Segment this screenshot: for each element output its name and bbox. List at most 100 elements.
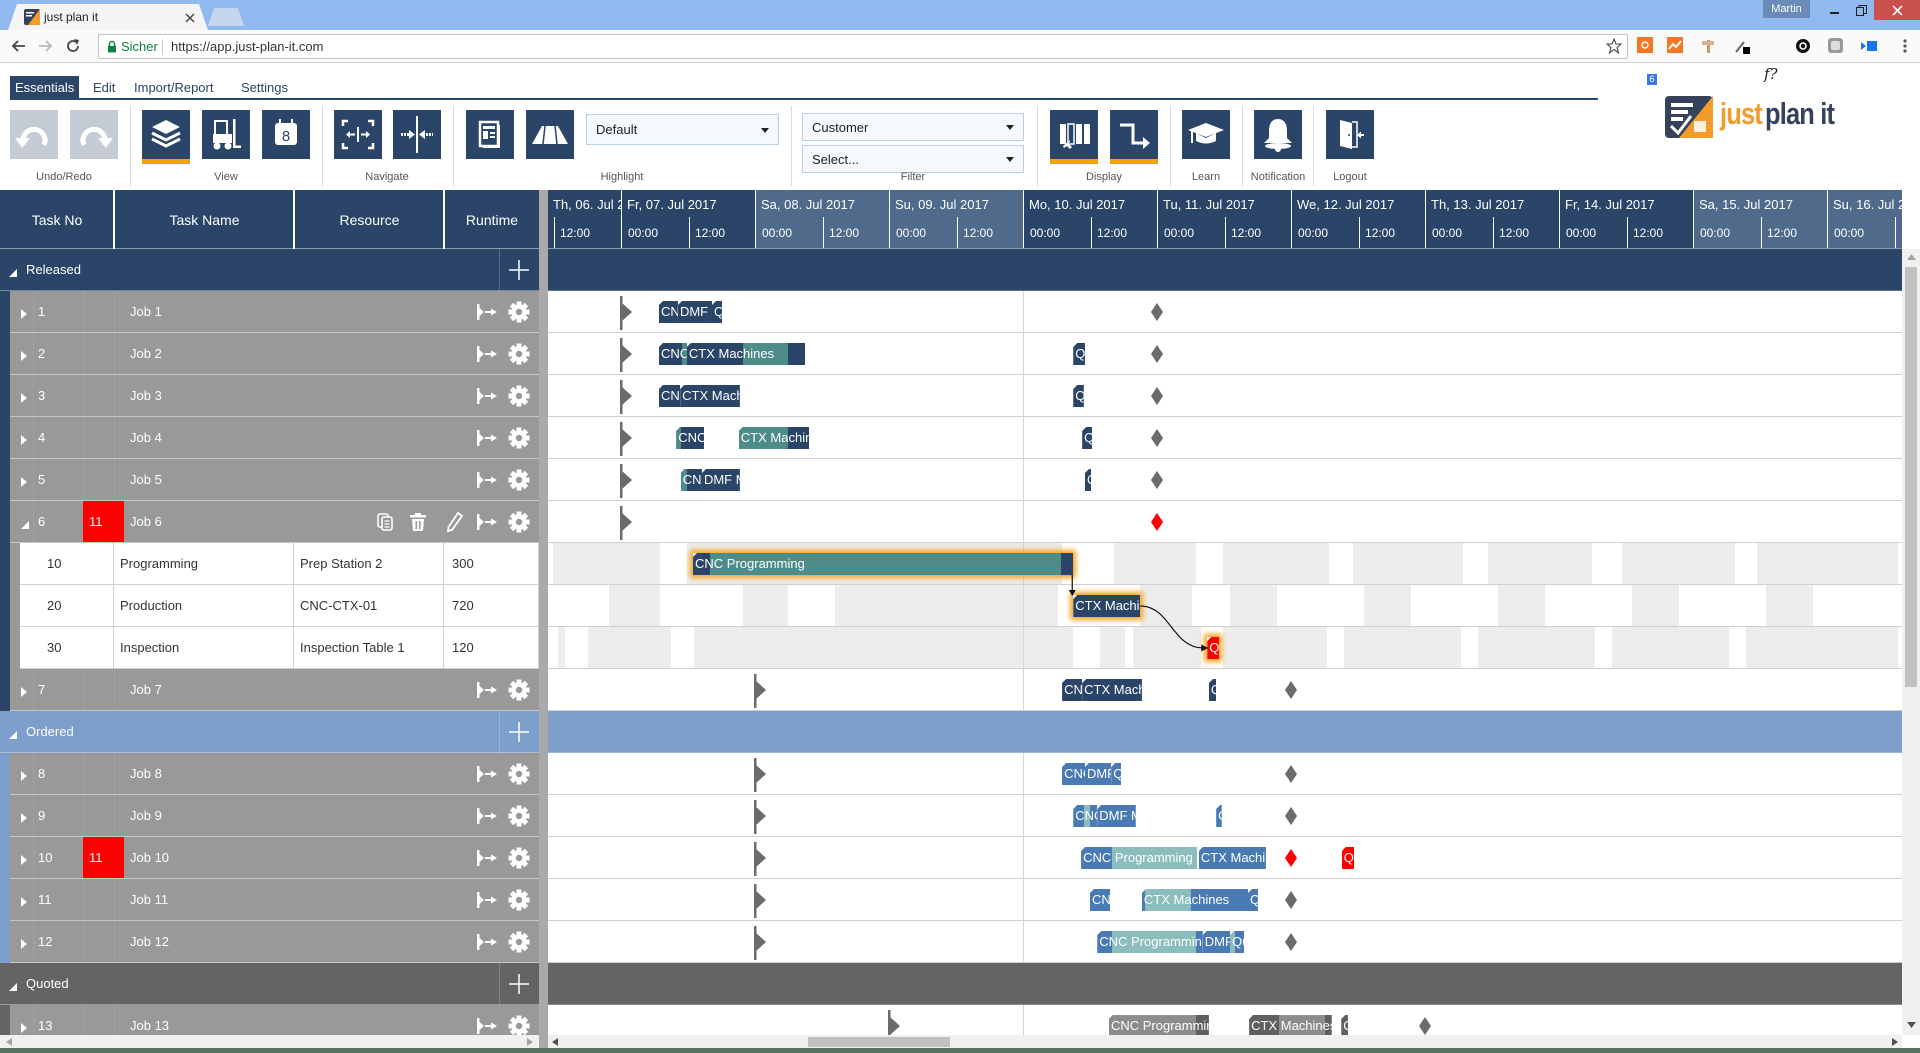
url-text[interactable]: https://app.just-plan-it.com	[171, 39, 323, 54]
close-window-button[interactable]	[1874, 0, 1920, 20]
back-arrow-icon[interactable]	[10, 37, 28, 55]
collapse-triangle-icon[interactable]	[9, 265, 17, 280]
tab-close-icon[interactable]	[184, 11, 196, 23]
gantt-bar[interactable]: Q	[1082, 427, 1093, 449]
resource-view-button[interactable]	[202, 110, 250, 159]
gear-icon[interactable]	[508, 427, 530, 449]
gear-icon[interactable]	[508, 763, 530, 785]
logout-button[interactable]	[1326, 110, 1374, 159]
browser-tab[interactable]: just plan it	[8, 4, 208, 30]
gear-icon[interactable]	[508, 301, 530, 323]
learn-button[interactable]	[1182, 110, 1230, 159]
group-row-ordered[interactable]: Ordered	[0, 711, 539, 753]
highlight-perspective-button[interactable]	[526, 110, 574, 159]
expand-triangle-icon[interactable]	[21, 811, 27, 826]
due-date-diamond[interactable]	[1151, 471, 1163, 489]
add-job-plus-icon[interactable]	[508, 259, 530, 281]
forward-arrow-icon[interactable]	[36, 37, 54, 55]
gantt-bar[interactable]: CNC Programming	[1062, 763, 1085, 785]
gantt-bar[interactable]: Q	[1208, 679, 1217, 701]
task-resource[interactable]: Prep Station 2	[294, 543, 444, 585]
gantt-bar[interactable]: CNC Programming	[1073, 805, 1098, 827]
gantt-bar[interactable]: Q	[1111, 763, 1122, 785]
gray-extension-icon[interactable]	[1827, 37, 1845, 55]
gantt-bar[interactable]: CNC Programming	[658, 301, 678, 323]
job-row[interactable]: 6 11 Job 6	[0, 501, 539, 543]
gantt-bar[interactable]: CTX Machines	[680, 385, 740, 407]
gantt-bar[interactable]: CNC Programming	[1097, 931, 1203, 953]
display-columns-button[interactable]	[1050, 110, 1098, 164]
job-row[interactable]: 1 Job 1	[0, 291, 539, 333]
add-job-plus-icon[interactable]	[508, 721, 530, 743]
schedule-forward-icon[interactable]	[476, 385, 498, 407]
expand-triangle-icon[interactable]	[21, 895, 27, 910]
gantt-bar[interactable]: CNC Programming	[1108, 1015, 1209, 1035]
eyedropper-extension-icon[interactable]	[1733, 37, 1751, 55]
gantt-bar[interactable]: DMF M	[1097, 805, 1136, 827]
job-row[interactable]: 13 Job 13	[0, 1005, 539, 1035]
group-row-quoted[interactable]: Quoted	[0, 963, 539, 1005]
due-date-diamond[interactable]	[1285, 681, 1297, 699]
task-runtime[interactable]: 720	[444, 585, 539, 627]
release-date-marker[interactable]	[888, 1005, 902, 1035]
schedule-forward-icon[interactable]	[476, 427, 498, 449]
expand-triangle-icon[interactable]	[21, 475, 27, 490]
schedule-forward-icon[interactable]	[476, 1015, 498, 1035]
gantt-bar[interactable]: CNC Programming	[658, 343, 687, 365]
gantt-bar[interactable]: CNC Programming	[1090, 889, 1111, 911]
browser-menu-icon[interactable]	[1896, 37, 1914, 55]
due-date-diamond[interactable]	[1151, 429, 1163, 447]
vertical-scrollbar[interactable]	[1902, 249, 1920, 1035]
restore-button[interactable]	[1848, 0, 1874, 20]
job-row[interactable]: 7 Job 7	[0, 669, 539, 711]
late-due-date-diamond[interactable]	[1151, 513, 1163, 531]
job-row[interactable]: 12 Job 12	[0, 921, 539, 963]
address-bar[interactable]: Sicher https://app.just-plan-it.com	[98, 34, 1628, 59]
gear-icon[interactable]	[508, 931, 530, 953]
analytics-extension-icon[interactable]	[1667, 37, 1685, 55]
scroll-down-icon[interactable]	[1907, 1022, 1916, 1028]
gantt-bar[interactable]: CTX Machines	[738, 427, 810, 449]
copyright-extension-icon[interactable]	[1795, 37, 1813, 55]
gantt-bar[interactable]: DMF M	[1084, 763, 1112, 785]
gantt-bar[interactable]: CTX Machines	[1073, 595, 1141, 617]
calendar-view-button[interactable]: 8	[262, 110, 310, 159]
schedule-forward-icon[interactable]	[476, 469, 498, 491]
undo-button[interactable]	[10, 110, 58, 159]
tab-import-report[interactable]: Import/Report	[129, 76, 218, 99]
expand-triangle-icon[interactable]	[21, 937, 27, 952]
add-job-plus-icon[interactable]	[508, 973, 530, 995]
collapse-button[interactable]	[393, 110, 441, 159]
task-number[interactable]: 10	[20, 543, 114, 585]
highlight-select[interactable]: Default	[586, 114, 779, 145]
gantt-bar[interactable]: Q	[1216, 805, 1222, 827]
fit-to-screen-button[interactable]	[334, 110, 382, 159]
expand-triangle-icon[interactable]	[21, 391, 27, 406]
horizontal-scroll-thumb[interactable]	[808, 1037, 950, 1047]
filter-field-select[interactable]: Customer	[802, 113, 1024, 141]
gantt-bar[interactable]: Q	[1207, 637, 1219, 659]
release-date-marker[interactable]	[754, 837, 768, 879]
layers-view-button[interactable]	[142, 110, 190, 164]
expand-triangle-icon[interactable]	[21, 433, 27, 448]
task-number[interactable]: 30	[20, 627, 114, 669]
column-header-runtime[interactable]: Runtime	[443, 190, 539, 249]
due-date-diamond[interactable]	[1285, 807, 1297, 825]
notification-button[interactable]	[1254, 110, 1302, 159]
task-resource[interactable]: Inspection Table 1	[294, 627, 444, 669]
due-date-diamond[interactable]	[1419, 1017, 1431, 1035]
gantt-bar[interactable]: DMF M	[677, 301, 712, 323]
late-due-date-diamond[interactable]	[1285, 849, 1297, 867]
schedule-forward-icon[interactable]	[476, 931, 498, 953]
tab-settings[interactable]: Settings	[236, 76, 293, 99]
highlight-details-button[interactable]	[466, 110, 514, 159]
gear-icon[interactable]	[508, 1015, 530, 1035]
grid-horizontal-scrollbar[interactable]	[0, 1035, 539, 1048]
tab-essentials[interactable]: Essentials	[10, 76, 80, 99]
gantt-bar[interactable]: CNC Programming	[680, 469, 702, 491]
release-date-marker[interactable]	[620, 501, 634, 543]
column-header-task-name[interactable]: Task Name	[113, 190, 294, 249]
gear-icon[interactable]	[508, 469, 530, 491]
release-date-marker[interactable]	[754, 795, 768, 837]
release-date-marker[interactable]	[754, 669, 768, 711]
